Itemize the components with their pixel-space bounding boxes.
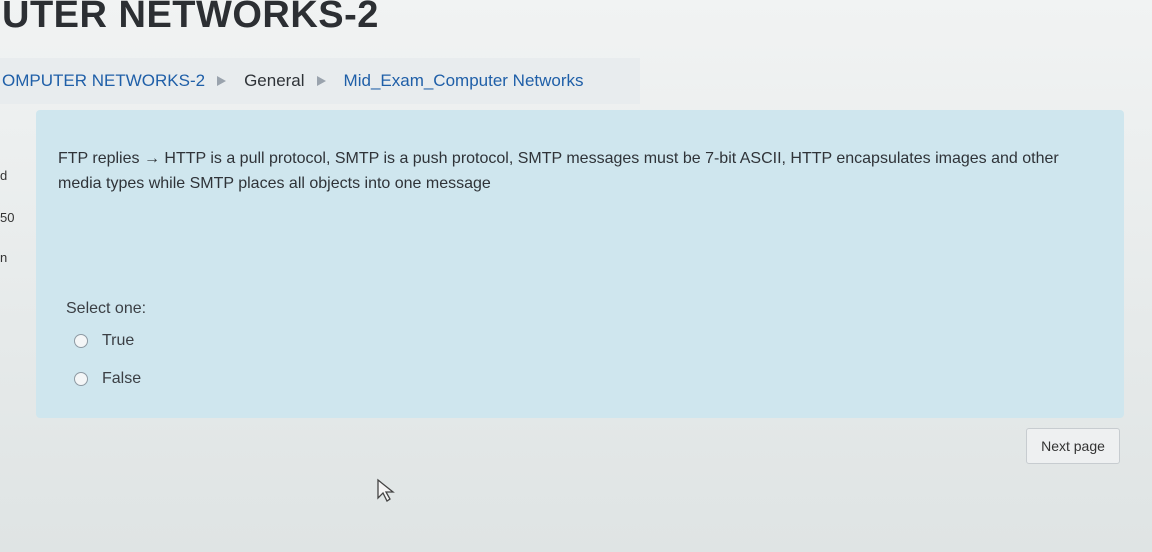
question-info-text: n — [0, 250, 8, 265]
option-false-label[interactable]: False — [102, 370, 141, 388]
breadcrumb-general[interactable]: General — [244, 71, 304, 91]
question-info-panel: d 50 n — [0, 110, 30, 430]
question-text: FTP replies → HTTP is a pull protocol, S… — [58, 150, 1059, 192]
question-info-mark: 50 — [0, 210, 15, 225]
question-info-text: d — [0, 168, 8, 183]
breadcrumb-separator-icon — [217, 76, 227, 86]
option-true-label[interactable]: True — [102, 332, 134, 350]
option-true[interactable]: True — [74, 332, 134, 350]
select-one-label: Select one: — [66, 300, 147, 317]
course-title: UTER NETWORKS-2 — [2, 0, 379, 36]
radio-false[interactable] — [74, 372, 88, 386]
breadcrumb-course[interactable]: OMPUTER NETWORKS-2 — [2, 71, 205, 91]
next-page-button[interactable]: Next page — [1026, 428, 1120, 464]
option-false[interactable]: False — [74, 370, 141, 388]
breadcrumb-exam[interactable]: Mid_Exam_Computer Networks — [344, 71, 584, 91]
quiz-page: UTER NETWORKS-2 OMPUTER NETWORKS-2 Gener… — [0, 0, 1152, 552]
mouse-cursor-icon — [377, 478, 395, 502]
question-box: FTP replies → HTTP is a pull protocol, S… — [36, 110, 1124, 418]
breadcrumb-separator-icon — [316, 76, 326, 86]
radio-true[interactable] — [74, 334, 88, 348]
breadcrumb: OMPUTER NETWORKS-2 General Mid_Exam_Comp… — [0, 58, 640, 104]
